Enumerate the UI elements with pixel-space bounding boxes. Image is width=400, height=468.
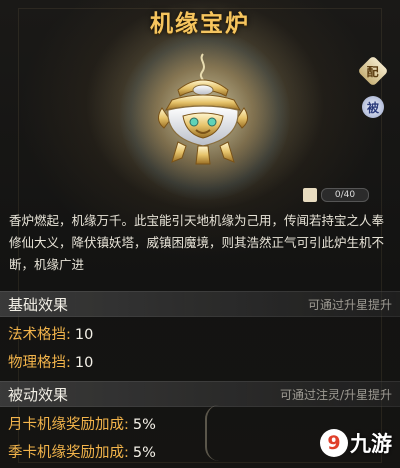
stat-value: 5%	[132, 417, 156, 433]
fragment-progress: 0/40	[303, 188, 369, 202]
stat-row: 法术格挡: 10	[8, 323, 93, 344]
basic-effect-hint: 可通过升星提升	[307, 298, 392, 312]
incense-burner-icon	[158, 53, 248, 165]
stat-value: 10	[74, 327, 94, 343]
item-description: 香炉燃起，机缘万千。此宝能引天地机缘为己用，传闻若持宝之人奉修仙大义，降伏镇妖塔…	[9, 213, 385, 272]
passive-effect-header: 被动效果 可通过注灵/升星提升	[0, 381, 400, 407]
stat-row: 季卡机缘奖励加成: 5%	[8, 441, 156, 462]
item-detail-card: 机缘宝炉 配 被 0/40 香炉燃起，机缘万千。此宝能引天地机缘为己用，传闻若持…	[0, 0, 400, 468]
side-button-top-label: 配	[366, 64, 380, 79]
stat-row: 物理格挡: 10	[8, 351, 93, 372]
decorative-swirl	[205, 405, 235, 461]
passive-effect-heading: 被动效果	[8, 386, 69, 404]
logo-mark: 9	[320, 429, 348, 457]
stat-value: 5%	[132, 445, 156, 461]
stat-label: 物理格挡:	[8, 355, 71, 371]
stat-label: 季卡机缘奖励加成:	[8, 445, 129, 461]
stat-label: 月卡机缘奖励加成:	[8, 417, 129, 433]
side-button-bottom-label: 被	[366, 100, 379, 115]
stat-label: 法术格挡:	[8, 327, 71, 343]
stat-value: 10	[74, 355, 94, 371]
passive-effect-hint: 可通过注灵/升星提升	[279, 388, 392, 402]
logo-text: 九游	[350, 432, 392, 456]
basic-effect-header: 基础效果 可通过升星提升	[0, 291, 400, 317]
9game-logo: 9 九游	[320, 428, 392, 458]
fragment-progress-bar: 0/40	[321, 188, 369, 202]
stat-row: 月卡机缘奖励加成: 5%	[8, 413, 156, 434]
puzzle-piece-icon	[303, 188, 317, 202]
basic-effect-heading: 基础效果	[8, 296, 69, 314]
passive-badge-icon[interactable]: 被	[362, 96, 384, 118]
